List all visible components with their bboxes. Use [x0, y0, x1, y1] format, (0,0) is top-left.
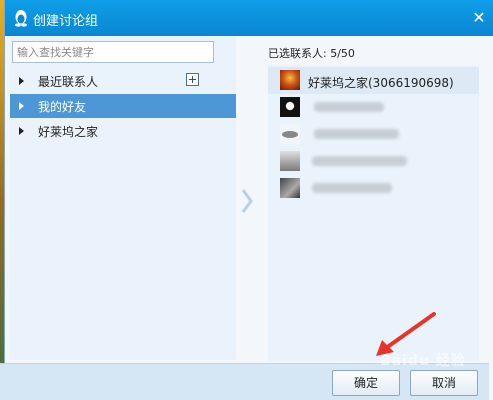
selected-count-label: 已选联系人: 5/50	[268, 47, 355, 60]
contact-avatar-icon	[280, 151, 300, 171]
search-input[interactable]	[12, 41, 214, 63]
close-button[interactable]: ✕	[465, 5, 493, 31]
group-label: 我的好友	[38, 100, 87, 114]
chevron-right-icon	[241, 189, 253, 213]
selected-contact-item[interactable]	[268, 175, 479, 202]
confirm-button[interactable]: 确定	[332, 370, 400, 396]
expand-arrow-icon[interactable]	[19, 77, 24, 85]
contact-picker-panel: 最近联系人 我的好友 好莱坞之家	[10, 36, 236, 360]
selected-contact-item[interactable]	[268, 94, 479, 121]
blurred-name	[312, 156, 407, 166]
group-recent-contacts[interactable]: 最近联系人	[10, 69, 236, 93]
contact-avatar-icon	[280, 97, 300, 117]
blurred-name	[314, 129, 399, 139]
contact-avatar-icon	[280, 178, 300, 198]
contact-name: 好莱坞之家(3066190698)	[308, 76, 454, 90]
selected-contact-item[interactable]: 好莱坞之家(3066190698)	[268, 67, 479, 94]
expand-arrow-icon[interactable]	[19, 102, 24, 110]
close-icon: ✕	[472, 8, 486, 27]
selected-contact-item[interactable]	[268, 148, 479, 175]
cancel-button[interactable]: 取消	[410, 370, 478, 396]
blurred-name	[314, 102, 384, 112]
group-label: 最近联系人	[38, 75, 99, 89]
qq-penguin-icon	[15, 10, 27, 27]
title-bar: 创建讨论组 ✕	[5, 0, 493, 36]
add-all-icon[interactable]	[186, 73, 199, 86]
group-tree: 最近联系人 我的好友 好莱坞之家	[10, 67, 236, 360]
group-label: 好莱坞之家	[38, 125, 99, 139]
blurred-name	[312, 183, 392, 193]
group-my-friends[interactable]: 我的好友	[10, 94, 236, 118]
expand-arrow-icon[interactable]	[19, 127, 24, 135]
group-hollywood-home[interactable]: 好莱坞之家	[10, 119, 236, 143]
selected-contact-item[interactable]	[268, 121, 479, 148]
window-title: 创建讨论组	[33, 14, 99, 29]
contact-avatar-icon	[280, 124, 300, 144]
baidu-watermark: Baidu 经验	[380, 353, 466, 369]
group-avatar-icon	[280, 70, 300, 90]
